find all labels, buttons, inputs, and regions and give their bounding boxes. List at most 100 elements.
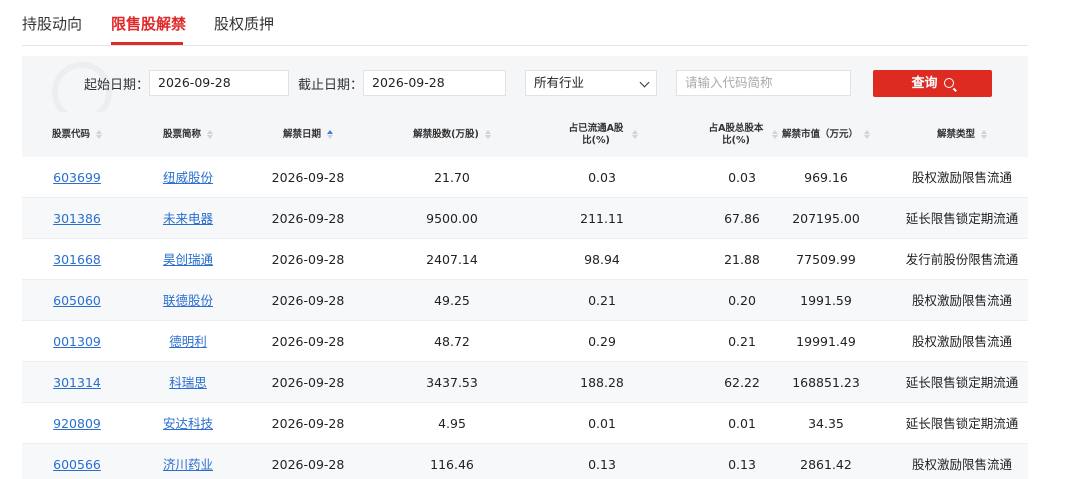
unlock-shares-cell: 116.46 (430, 457, 474, 472)
query-button-label: 查询 (911, 76, 938, 91)
table-row: 603699 纽威股份 2026-09-28 21.70 0.03 0.03 969.16 股… (22, 157, 1028, 198)
sort-icon[interactable] (96, 130, 102, 139)
industry-select[interactable]: 所有行业 (525, 70, 657, 96)
table-row: 301314 科瑞思 2026-09-28 3437.53 188.28 62.22 168… (22, 362, 1028, 403)
float-ratio-cell: 0.13 (588, 457, 616, 472)
sort-icon[interactable] (981, 130, 987, 139)
header-unlock-value[interactable]: 解禁市值（万元） (756, 112, 896, 157)
unlock-type-cell: 股权激励限售流通 (911, 334, 1012, 349)
unlock-value-cell: 168851.23 (792, 375, 860, 390)
table-row: 301386 未来电器 2026-09-28 9500.00 211.11 67.86 20… (22, 198, 1028, 239)
table-row: 605060 联德股份 2026-09-28 49.25 0.21 0.20 1991.59… (22, 280, 1028, 321)
sort-icon[interactable] (864, 130, 870, 139)
stock-name-link[interactable]: 德明利 (132, 321, 244, 362)
header-label: 股票简称 (162, 128, 201, 140)
unlock-type-cell: 延长限售锁定期流通 (905, 416, 1019, 431)
header-label: 解禁股数(万股) (413, 128, 479, 140)
sort-icon[interactable] (207, 130, 213, 139)
unlock-shares-cell: 48.72 (434, 334, 470, 349)
header-float-ratio[interactable]: 占已流通A股比(%) (532, 112, 672, 157)
unlock-shares-cell: 21.70 (434, 170, 470, 185)
stock-code-link[interactable]: 301386 (22, 198, 132, 239)
tab-equity-pledge[interactable]: 股权质押 (214, 13, 274, 34)
table-header: 股票代码 股票简称 解禁日期 解禁股数(万股) 占已流通A股比(%) 占A股总股本比(%)… (22, 112, 1028, 157)
stock-code-link[interactable]: 301314 (22, 362, 132, 403)
tab-bar: 持股动向 限售股解禁 股权质押 (22, 0, 1028, 46)
stock-name-link[interactable]: 科瑞思 (132, 362, 244, 403)
stock-name-link[interactable]: 纽威股份 (132, 157, 244, 198)
unlock-type-cell: 延长限售锁定期流通 (905, 375, 1019, 390)
unlock-date-cell: 2026-09-28 (271, 375, 345, 390)
tab-holdings[interactable]: 持股动向 (22, 13, 82, 34)
industry-select-value: 所有行业 (534, 75, 585, 90)
float-ratio-cell: 211.11 (580, 211, 624, 226)
header-stock-name[interactable]: 股票简称 (132, 112, 244, 157)
unlock-value-cell: 1991.59 (800, 293, 852, 308)
unlock-date-cell: 2026-09-28 (271, 416, 345, 431)
stock-name-link[interactable]: 济川药业 (132, 444, 244, 479)
header-label: 解禁日期 (282, 128, 321, 140)
unlock-shares-cell: 4.95 (438, 416, 466, 431)
start-date-input[interactable]: 2026-09-28 (149, 70, 289, 96)
table-row: 001309 德明利 2026-09-28 48.72 0.29 0.21 19991.49… (22, 321, 1028, 362)
stock-name-link[interactable]: 未来电器 (132, 198, 244, 239)
unlock-shares-cell: 2407.14 (426, 252, 478, 267)
stock-code-link[interactable]: 600566 (22, 444, 132, 479)
unlock-value-cell: 2861.42 (800, 457, 852, 472)
float-ratio-cell: 0.29 (588, 334, 616, 349)
unlock-date-cell: 2026-09-28 (271, 334, 345, 349)
header-label: 占已流通A股比(%) (568, 122, 624, 146)
sort-icon[interactable] (484, 130, 491, 139)
query-button[interactable]: 查询 (873, 70, 992, 97)
header-stock-code[interactable]: 股票代码 (22, 112, 132, 157)
start-date-label: 起始日期： (84, 78, 150, 93)
float-ratio-cell: 0.03 (588, 170, 616, 185)
unlock-shares-cell: 3437.53 (426, 375, 478, 390)
stock-code-link[interactable]: 301668 (22, 239, 132, 280)
unlock-date-cell: 2026-09-28 (271, 457, 345, 472)
unlock-date-cell: 2026-09-28 (271, 211, 345, 226)
end-date-input[interactable]: 2026-09-28 (363, 70, 506, 96)
end-date-label: 截止日期： (298, 78, 364, 93)
code-search-input[interactable]: 请输入代码简称 (676, 70, 851, 96)
header-unlock-type[interactable]: 解禁类型 (896, 112, 1028, 157)
stock-code-link[interactable]: 920809 (22, 403, 132, 444)
filter-bar: 起始日期： 2026-09-28 截止日期： 2026-09-28 所有行业 请… (22, 56, 1028, 112)
unlock-date-cell: 2026-09-28 (271, 170, 345, 185)
header-label: 解禁市值（万元） (781, 128, 858, 140)
stock-code-link[interactable]: 605060 (22, 280, 132, 321)
unlock-type-cell: 股权激励限售流通 (911, 170, 1012, 185)
float-ratio-cell: 0.21 (588, 293, 616, 308)
unlock-type-cell: 发行前股份限售流通 (905, 252, 1019, 267)
float-ratio-cell: 0.01 (588, 416, 616, 431)
stock-name-link[interactable]: 昊创瑞通 (132, 239, 244, 280)
active-tab-indicator (111, 42, 183, 45)
header-label: 解禁类型 (936, 128, 975, 140)
header-unlock-date[interactable]: 解禁日期 (244, 112, 372, 157)
sort-icon[interactable] (632, 130, 638, 139)
table-row: 920809 安达科技 2026-09-28 4.95 0.01 0.01 34.35 延长限… (22, 403, 1028, 444)
unlock-value-cell: 207195.00 (792, 211, 860, 226)
stock-code-link[interactable]: 001309 (22, 321, 132, 362)
unlock-type-cell: 股权激励限售流通 (911, 293, 1012, 308)
tab-restricted-unlock[interactable]: 限售股解禁 (111, 13, 186, 34)
stock-name-link[interactable]: 安达科技 (132, 403, 244, 444)
search-icon (943, 78, 954, 88)
unlock-value-cell: 19991.49 (796, 334, 856, 349)
chevron-down-icon (639, 77, 650, 88)
unlock-value-cell: 34.35 (808, 416, 844, 431)
header-label: 股票代码 (51, 128, 90, 140)
table-row: 301668 昊创瑞通 2026-09-28 2407.14 98.94 21.88 775… (22, 239, 1028, 280)
stock-code-link[interactable]: 603699 (22, 157, 132, 198)
unlock-shares-cell: 49.25 (434, 293, 470, 308)
header-unlock-shares[interactable]: 解禁股数(万股) (372, 112, 532, 157)
unlock-type-cell: 延长限售锁定期流通 (905, 211, 1019, 226)
table-row: 600566 济川药业 2026-09-28 116.46 0.13 0.13 2861.4… (22, 444, 1028, 479)
sort-ascending-icon[interactable] (327, 130, 333, 139)
float-ratio-cell: 98.94 (584, 252, 620, 267)
unlock-shares-cell: 9500.00 (426, 211, 478, 226)
unlock-date-cell: 2026-09-28 (271, 293, 345, 308)
unlock-date-cell: 2026-09-28 (271, 252, 345, 267)
unlock-type-cell: 股权激励限售流通 (911, 457, 1012, 472)
stock-name-link[interactable]: 联德股份 (132, 280, 244, 321)
